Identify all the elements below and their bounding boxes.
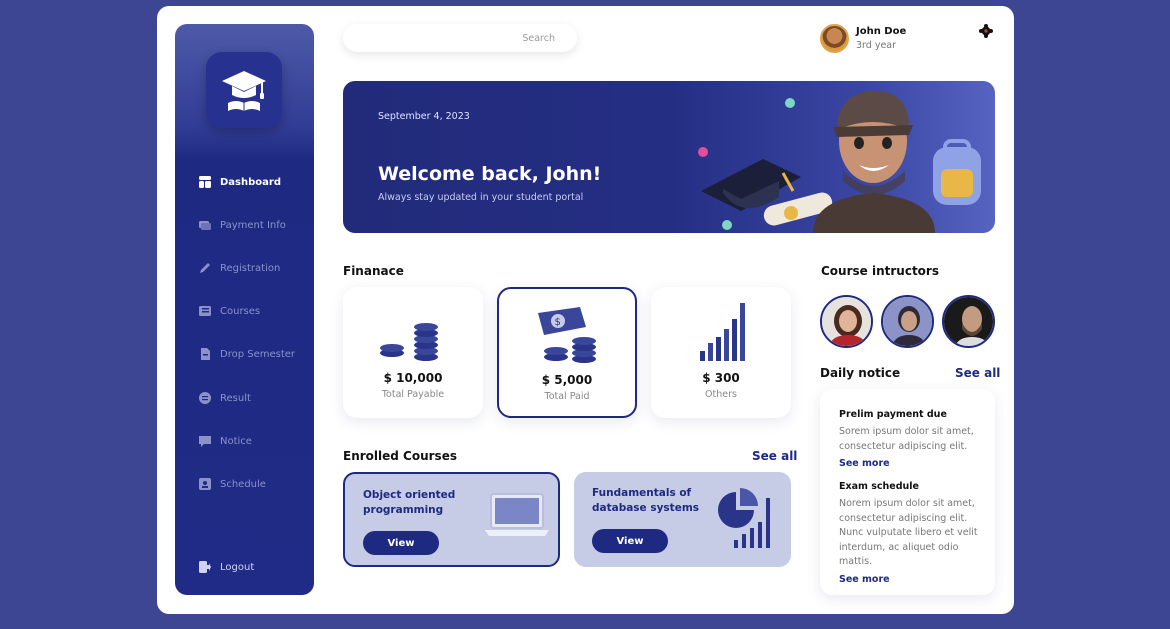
notice-item-body: Sorem ipsum dolor sit amet, consectetur … (839, 426, 974, 452)
courses-see-all-link[interactable]: See all (752, 449, 797, 463)
courses-title: Enrolled Courses (343, 449, 457, 463)
sidebar-item-result[interactable]: Result (199, 388, 251, 408)
result-icon (199, 392, 211, 404)
notice-card: Prelim payment due Sorem ipsum dolor sit… (820, 389, 995, 595)
file-icon (199, 348, 211, 360)
finance-amount: $ 10,000 (383, 371, 443, 385)
settings-icon[interactable] (979, 23, 993, 38)
notice-see-all-link[interactable]: See all (955, 366, 1000, 380)
finance-card-total-payable[interactable]: $ 10,000 Total Payable (343, 287, 483, 418)
search-input[interactable] (343, 24, 577, 52)
view-course-button[interactable]: View (592, 529, 668, 553)
payment-icon (199, 219, 211, 231)
sidebar-item-label: Registration (220, 262, 281, 274)
instructor-avatar[interactable] (881, 295, 934, 348)
finance-title: Finanace (343, 264, 404, 278)
course-title: Object oriented programming (363, 489, 456, 516)
finance-amount: $ 300 (702, 371, 740, 385)
sidebar-item-dashboard[interactable]: Dashboard (199, 172, 281, 192)
bar-chart-icon (700, 303, 745, 361)
user-name: John Doe (856, 26, 907, 37)
notice-item-body: Norem ipsum dolor sit amet, consectetur … (839, 498, 978, 567)
instructor-avatar[interactable] (942, 295, 995, 348)
student-illustration (698, 91, 981, 233)
notice-icon (199, 435, 211, 447)
sidebar: Dashboard Payment Info Registration Cour… (175, 24, 314, 595)
logout-icon (199, 561, 211, 573)
welcome-banner: September 4, 2023 Welcome back, John! Al… (343, 81, 995, 233)
laptop-icon (485, 493, 549, 536)
sidebar-item-registration[interactable]: Registration (199, 258, 280, 278)
sidebar-item-label: Notice (220, 435, 252, 447)
finance-amount: $ 5,000 (541, 373, 593, 387)
person-avatar-icon (883, 297, 932, 346)
sidebar-item-label: Drop Semester (220, 348, 296, 360)
notice-item-title: Exam schedule (839, 481, 919, 492)
dashboard-icon (199, 176, 211, 188)
sidebar-item-label: Schedule (220, 478, 266, 490)
person-avatar-icon (944, 297, 993, 346)
sidebar-item-drop-semester[interactable]: Drop Semester (199, 344, 295, 364)
finance-label: Others (705, 389, 737, 400)
book-icon (199, 305, 211, 317)
course-title: Fundamentals of database systems (592, 487, 700, 514)
banner-date: September 4, 2023 (378, 111, 470, 122)
cash-coins-icon: $ (538, 307, 596, 363)
coins-icon (380, 323, 438, 361)
notice-see-more-link[interactable]: See more (839, 458, 890, 469)
banner-title: Welcome back, John! (378, 163, 602, 185)
notice-item-title: Prelim payment due (839, 409, 947, 420)
schedule-icon (199, 478, 211, 490)
view-course-button[interactable]: View (363, 531, 439, 555)
notice-see-more-link[interactable]: See more (839, 574, 890, 585)
sidebar-item-label: Dashboard (220, 176, 281, 188)
avatar[interactable] (820, 24, 849, 53)
finance-card-total-paid[interactable]: $ $ 5,000 Total Paid (497, 287, 637, 418)
pie-bar-chart-icon (718, 488, 770, 548)
instructors-title: Course intructors (821, 264, 939, 278)
course-card-database[interactable]: Fundamentals of database systems View (574, 472, 791, 567)
course-card-oop[interactable]: Object oriented programming View (343, 472, 560, 567)
sidebar-item-label: Courses (220, 305, 261, 317)
person-avatar-icon (822, 297, 871, 346)
sidebar-item-notice[interactable]: Notice (199, 431, 252, 451)
finance-label: Total Paid (544, 391, 590, 402)
instructor-avatar[interactable] (820, 295, 873, 348)
app-window: Dashboard Payment Info Registration Cour… (157, 6, 1014, 614)
logout-button[interactable]: Logout (199, 557, 254, 577)
sidebar-item-label: Payment Info (220, 219, 286, 231)
svg-text:$: $ (555, 317, 561, 328)
finance-card-others[interactable]: $ 300 Others (651, 287, 791, 418)
sidebar-item-label: Result (220, 392, 251, 404)
sidebar-item-schedule[interactable]: Schedule (199, 474, 266, 494)
notice-title: Daily notice (820, 366, 901, 380)
finance-label: Total Payable (381, 389, 445, 400)
pencil-icon (199, 262, 211, 274)
sidebar-item-payment-info[interactable]: Payment Info (199, 215, 286, 235)
user-year: 3rd year (856, 40, 897, 51)
graduation-cap-logo (206, 52, 282, 128)
logout-label: Logout (220, 561, 255, 573)
banner-subtitle: Always stay updated in your student port… (378, 192, 584, 203)
sidebar-item-courses[interactable]: Courses (199, 301, 260, 321)
